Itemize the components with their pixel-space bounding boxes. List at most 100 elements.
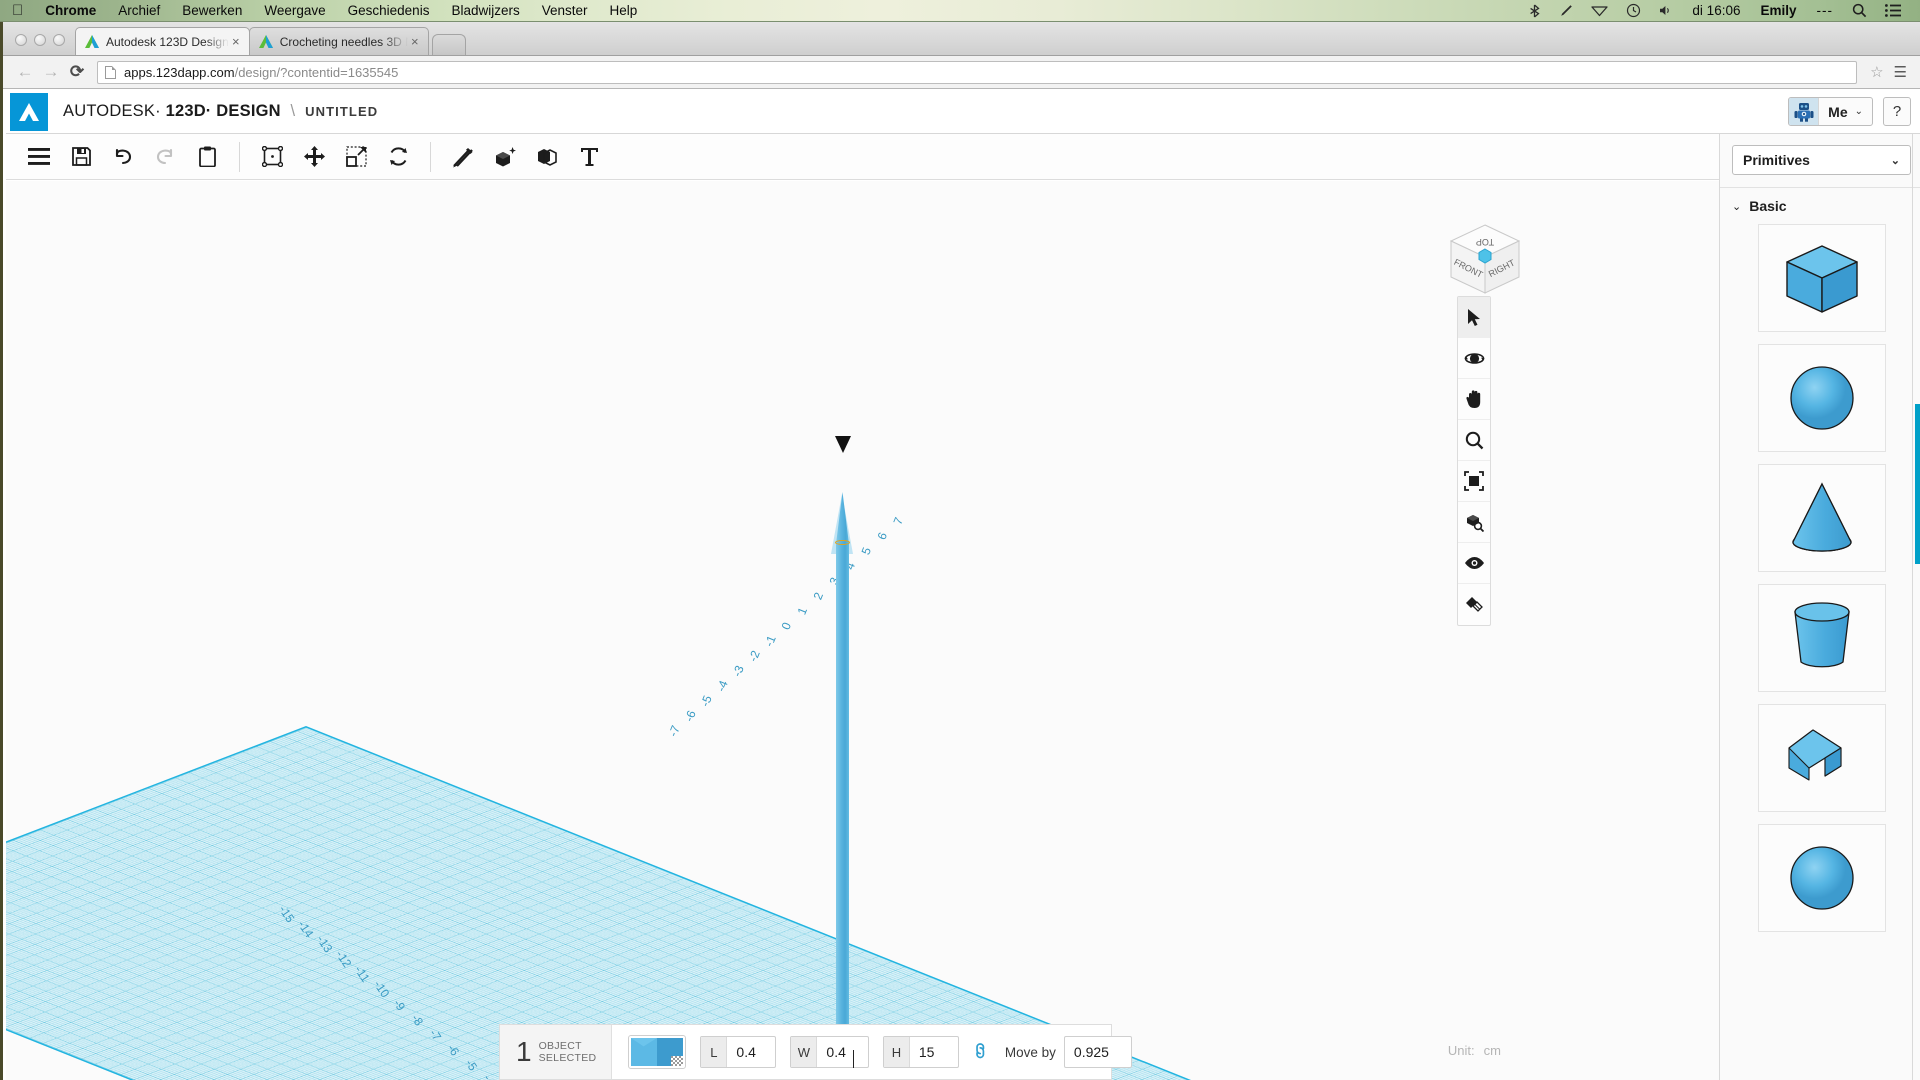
material-icon[interactable] xyxy=(1458,584,1490,625)
view-cube[interactable]: TOP FRONT RIGHT xyxy=(1443,219,1527,303)
menu-icon[interactable] xyxy=(18,137,60,177)
reload-icon[interactable]: ⟳ xyxy=(64,60,90,84)
bluetooth-icon[interactable] xyxy=(1519,0,1550,22)
zoom-object-icon[interactable] xyxy=(1458,502,1490,543)
menubar-username[interactable]: Emily xyxy=(1750,3,1806,18)
menu-item-venster[interactable]: Venster xyxy=(531,0,599,22)
close-window-button[interactable] xyxy=(15,34,27,46)
panel-scrollbar[interactable] xyxy=(1912,134,1920,1080)
close-icon[interactable]: × xyxy=(229,35,243,48)
height-value[interactable]: 15 xyxy=(910,1044,958,1060)
apple-logo-icon[interactable]:  xyxy=(0,3,34,18)
autodesk-logo-icon xyxy=(10,92,48,131)
move-icon[interactable] xyxy=(293,137,335,177)
url-path: /design/?contentid=1635545 xyxy=(234,64,399,80)
browser-tab-inactive[interactable]: Crocheting needles 3D Mo × xyxy=(248,27,429,55)
primitives-panel: Primitives ⌄ ⌄ Basic xyxy=(1719,134,1920,1080)
bookmark-star-icon[interactable]: ☆ xyxy=(1864,63,1889,81)
move-up-arrow-handle[interactable] xyxy=(835,436,851,453)
scale-icon[interactable] xyxy=(335,137,377,177)
tab-title: Autodesk 123D Design xyxy=(106,34,229,49)
zoom-tool-icon[interactable] xyxy=(1458,420,1490,461)
pen-icon[interactable] xyxy=(1550,0,1582,22)
app-header-right: Me ⌄ ? xyxy=(1788,97,1920,126)
sketch-icon[interactable] xyxy=(442,137,484,177)
tab-title: Crocheting needles 3D Mo xyxy=(279,34,408,49)
help-button[interactable]: ? xyxy=(1883,97,1911,126)
rotate-icon[interactable] xyxy=(377,137,419,177)
address-bar[interactable]: apps.123dapp.com /design/?contentid=1635… xyxy=(97,60,1858,84)
paste-icon[interactable] xyxy=(186,137,228,177)
select-tool-icon[interactable] xyxy=(1458,297,1490,338)
axis-tick: 2 xyxy=(810,590,827,602)
menu-item-bladwijzers[interactable]: Bladwijzers xyxy=(440,0,530,22)
forward-icon[interactable]: → xyxy=(38,60,64,84)
new-tab-button[interactable] xyxy=(431,34,466,55)
browser-tab-strip: Autodesk 123D Design × Crocheting needle… xyxy=(3,22,1920,56)
3d-viewport[interactable]: -7 -6 -5 -4 -3 -2 -1 0 1 2 3 4 5 6 7 -15… xyxy=(6,181,1719,1080)
primitive-sphere[interactable] xyxy=(1757,344,1886,452)
category-dropdown[interactable]: Primitives ⌄ xyxy=(1732,145,1911,175)
menu-item-geschiedenis[interactable]: Geschiedenis xyxy=(337,0,441,22)
length-field[interactable]: L 0.4 xyxy=(700,1036,777,1068)
primitive-cone[interactable] xyxy=(1757,464,1886,572)
width-label: W xyxy=(791,1037,818,1067)
material-color-swatch[interactable] xyxy=(628,1035,687,1069)
volume-icon[interactable] xyxy=(1650,0,1682,22)
wifi-icon[interactable] xyxy=(1582,0,1617,22)
brand-product: 123D· DESIGN xyxy=(165,102,281,120)
menu-item-archief[interactable]: Archief xyxy=(107,0,171,22)
height-field[interactable]: H 15 xyxy=(882,1036,959,1068)
maximize-window-button[interactable] xyxy=(53,34,65,46)
autodesk-favicon xyxy=(258,34,274,49)
selection-highlight-ring-top xyxy=(835,540,850,545)
pan-tool-icon[interactable] xyxy=(1458,379,1490,420)
robot-avatar-icon xyxy=(1789,98,1820,125)
back-icon[interactable]: ← xyxy=(12,60,38,84)
scrollbar-thumb[interactable] xyxy=(1915,404,1920,564)
undo-icon[interactable] xyxy=(102,137,144,177)
crochet-needle-object[interactable] xyxy=(793,436,879,1080)
length-value[interactable]: 0.4 xyxy=(727,1044,775,1060)
search-icon[interactable] xyxy=(1843,0,1876,22)
swatch-inner xyxy=(631,1038,684,1066)
fit-view-icon[interactable] xyxy=(1458,461,1490,502)
close-icon[interactable]: × xyxy=(408,35,422,48)
construct-icon[interactable] xyxy=(484,137,526,177)
length-label: L xyxy=(701,1037,728,1067)
transform-icon[interactable] xyxy=(251,137,293,177)
primitive-torus[interactable] xyxy=(1757,824,1886,932)
primitive-wedge[interactable] xyxy=(1757,704,1886,812)
menu-item-bewerken[interactable]: Bewerken xyxy=(171,0,253,22)
minimize-window-button[interactable] xyxy=(34,34,46,46)
account-menu-button[interactable]: Me ⌄ xyxy=(1788,97,1873,126)
axis-tick: -7 xyxy=(665,723,683,739)
timemachine-icon[interactable] xyxy=(1617,0,1650,22)
primitive-box[interactable] xyxy=(1757,224,1886,332)
account-label: Me xyxy=(1828,103,1848,120)
orbit-tool-icon[interactable] xyxy=(1458,338,1490,379)
category-label: Primitives xyxy=(1743,152,1810,168)
menu-item-help[interactable]: Help xyxy=(599,0,649,22)
notification-list-icon[interactable] xyxy=(1876,0,1910,22)
app-header: AUTODESK· 123D· DESIGN \ UNTITLED Me ⌄ ? xyxy=(6,90,1920,134)
menubar-user-extra: --- xyxy=(1816,3,1833,18)
height-label: H xyxy=(883,1037,910,1067)
menu-item-chrome[interactable]: Chrome xyxy=(34,0,107,22)
text-icon[interactable] xyxy=(568,137,610,177)
visibility-eye-icon[interactable] xyxy=(1458,543,1490,584)
axis-tick: 1 xyxy=(794,605,811,617)
menubar-clock[interactable]: di 16:06 xyxy=(1682,3,1750,18)
width-value[interactable]: 0.4 xyxy=(817,1044,867,1068)
chrome-menu-icon[interactable]: ☰ xyxy=(1890,63,1911,81)
move-by-field[interactable]: 0.925 xyxy=(1063,1036,1132,1068)
save-icon[interactable] xyxy=(60,137,102,177)
link-dimensions-icon[interactable] xyxy=(967,1038,996,1067)
combine-icon[interactable] xyxy=(526,137,568,177)
menu-item-weergave[interactable]: Weergave xyxy=(253,0,336,22)
needle-body xyxy=(836,541,849,1056)
primitive-cylinder[interactable] xyxy=(1757,584,1886,692)
browser-tab-active[interactable]: Autodesk 123D Design × xyxy=(75,27,250,55)
panel-group-basic[interactable]: ⌄ Basic xyxy=(1720,188,1920,224)
width-field[interactable]: W 0.4 xyxy=(790,1036,869,1068)
